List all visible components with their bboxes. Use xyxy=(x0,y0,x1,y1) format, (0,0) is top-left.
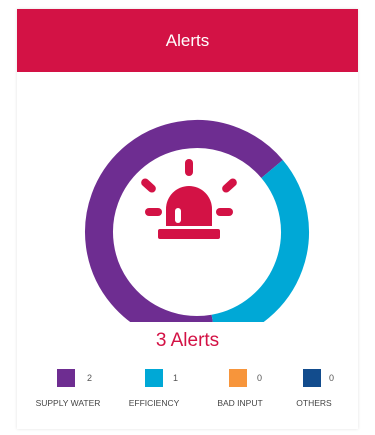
legend-value: 2 xyxy=(87,373,93,383)
legend-swatch xyxy=(229,369,247,387)
legend-item-supply-water: 2 SUPPLY WATER xyxy=(25,369,111,419)
legend-swatch xyxy=(145,369,163,387)
card-header: Alerts xyxy=(17,9,358,72)
alerts-card: Alerts 3 Alerts 2 SUPPLY WATER 1 EFFICIE… xyxy=(17,9,358,429)
legend: 2 SUPPLY WATER 1 EFFICIENCY 0 BAD INPUT … xyxy=(17,369,358,419)
legend-item-bad-input: 0 BAD INPUT xyxy=(197,369,283,419)
donut-segments xyxy=(85,120,309,322)
legend-label: OTHERS xyxy=(296,398,332,408)
legend-value: 1 xyxy=(173,373,179,383)
legend-swatch xyxy=(303,369,321,387)
legend-label: SUPPLY WATER xyxy=(35,398,101,408)
siren-icon xyxy=(141,159,237,239)
donut-chart-svg xyxy=(85,120,309,322)
donut-chart xyxy=(17,72,358,322)
card-title: Alerts xyxy=(165,30,210,50)
legend-swatch xyxy=(57,369,75,387)
legend-label: EFFICIENCY xyxy=(128,398,180,408)
legend-value: 0 xyxy=(257,373,263,383)
legend-item-others: 0 OTHERS xyxy=(281,369,367,419)
legend-item-efficiency: 1 EFFICIENCY xyxy=(111,369,197,419)
alert-count: 3 Alerts xyxy=(155,330,220,351)
legend-value: 0 xyxy=(329,373,335,383)
